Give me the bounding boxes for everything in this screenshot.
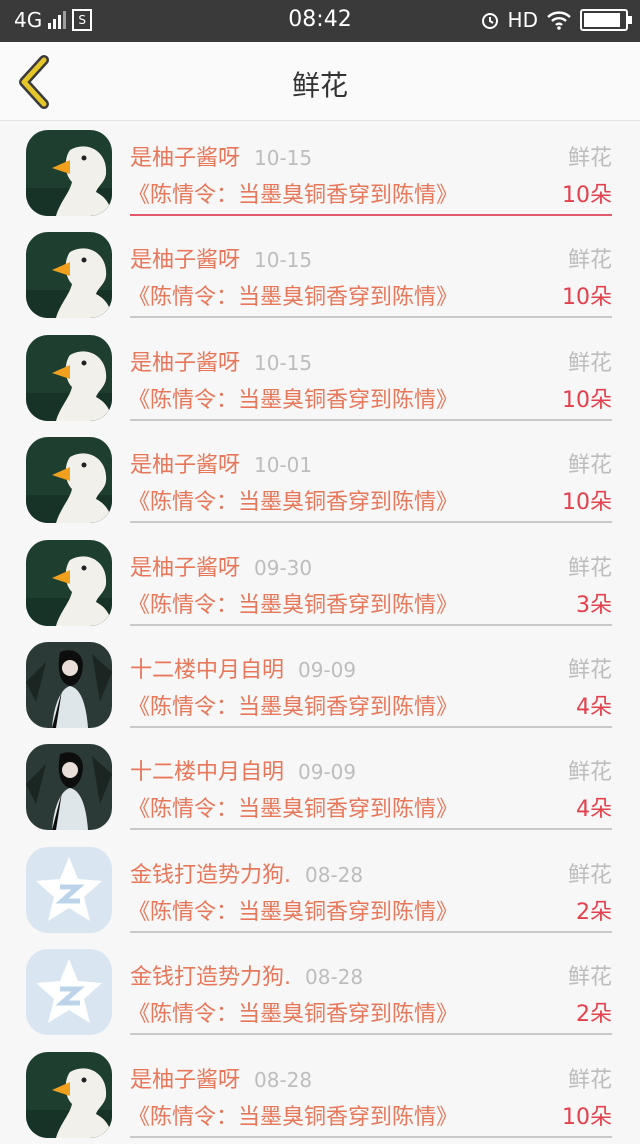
sender-name: 是柚子酱呀 10-15	[130, 350, 313, 376]
book-title[interactable]: 《陈情令：当墨臭铜香穿到陈情》	[128, 279, 458, 311]
battery-icon	[580, 9, 632, 31]
gift-date: 09-09	[298, 760, 357, 785]
gift-type: 鲜花	[567, 350, 612, 376]
divider	[130, 521, 612, 524]
flower-quantity: 10朵	[562, 1104, 612, 1130]
gift-date: 10-15	[254, 350, 313, 375]
gift-date: 08-28	[305, 862, 364, 887]
avatar[interactable]	[26, 130, 112, 216]
sender-name: 是柚子酱呀 10-15	[130, 146, 313, 171]
list-item[interactable]: 金钱打造势力狗. 08-28 鲜花《陈情令：当墨臭铜香穿到陈情》 2朵	[0, 939, 640, 1041]
divider	[130, 725, 612, 728]
list-item[interactable]: 十二楼中月自明 09-09 鲜花《陈情令：当墨臭铜香穿到陈情》 4朵	[0, 734, 640, 836]
wifi-icon	[547, 11, 571, 30]
sender-name: 是柚子酱呀 10-15	[130, 248, 313, 274]
gift-date: 09-30	[254, 555, 313, 580]
gift-date: 08-28	[254, 1067, 313, 1092]
divider	[130, 418, 612, 421]
sender-name: 金钱打造势力狗. 08-28	[130, 965, 364, 991]
book-title[interactable]: 《陈情令：当墨臭铜香穿到陈情》	[128, 484, 458, 516]
flower-quantity: 2朵	[576, 1002, 612, 1028]
divider	[130, 1033, 612, 1036]
avatar[interactable]	[26, 949, 112, 1036]
book-title[interactable]: 《陈情令：当墨臭铜香穿到陈情》	[128, 177, 458, 209]
avatar[interactable]	[26, 232, 112, 319]
divider	[130, 623, 612, 626]
list-item[interactable]: 是柚子酱呀 09-30 鲜花《陈情令：当墨臭铜香穿到陈情》 3朵	[0, 530, 640, 632]
gift-type: 鲜花	[567, 1067, 612, 1093]
navigation-bar: 鲜花	[0, 42, 640, 121]
book-title[interactable]: 《陈情令：当墨臭铜香穿到陈情》	[128, 587, 458, 619]
avatar[interactable]	[26, 334, 112, 421]
sender-name: 是柚子酱呀 08-28	[130, 1067, 313, 1093]
divider	[130, 828, 612, 831]
flower-quantity: 3朵	[576, 592, 612, 618]
list-item[interactable]: 金钱打造势力狗. 08-28 鲜花《陈情令：当墨臭铜香穿到陈情》 2朵	[0, 837, 640, 939]
gift-type: 鲜花	[567, 965, 612, 991]
divider	[130, 316, 612, 319]
gift-type: 鲜花	[567, 862, 612, 888]
avatar[interactable]	[26, 1051, 112, 1138]
sender-name: 是柚子酱呀 10-01	[130, 453, 313, 479]
avatar[interactable]	[26, 539, 112, 626]
gift-date: 08-28	[305, 965, 364, 990]
divider	[130, 214, 612, 216]
avatar[interactable]	[26, 641, 112, 728]
avatar[interactable]	[26, 744, 112, 831]
gift-date: 10-01	[254, 453, 313, 478]
gift-type: 鲜花	[567, 146, 612, 171]
list-item[interactable]: 十二楼中月自明 09-09 鲜花《陈情令：当墨臭铜香穿到陈情》 4朵	[0, 632, 640, 734]
flower-quantity: 10朵	[562, 490, 612, 516]
page-title: 鲜花	[291, 69, 348, 102]
flower-quantity: 10朵	[562, 285, 612, 311]
book-title[interactable]: 《陈情令：当墨臭铜香穿到陈情》	[128, 996, 458, 1028]
sender-name: 是柚子酱呀 09-30	[130, 555, 313, 581]
status-bar: 4G S 08:42 HD	[0, 0, 640, 42]
list-item[interactable]: 是柚子酱呀 10-01 鲜花《陈情令：当墨臭铜香穿到陈情》 10朵	[0, 427, 640, 529]
flower-quantity: 2朵	[576, 899, 612, 925]
avatar[interactable]	[26, 846, 112, 933]
avatar[interactable]	[26, 437, 112, 524]
flower-quantity: 4朵	[576, 797, 612, 823]
gift-type: 鲜花	[567, 453, 612, 479]
divider	[130, 1135, 612, 1138]
gift-type: 鲜花	[567, 760, 612, 786]
list-item[interactable]: 是柚子酱呀 10-15 鲜花《陈情令：当墨臭铜香穿到陈情》 10朵	[0, 120, 640, 222]
gift-date: 10-15	[254, 248, 313, 273]
hd-label: HD	[507, 8, 538, 32]
book-title[interactable]: 《陈情令：当墨臭铜香穿到陈情》	[128, 791, 458, 823]
list-item[interactable]: 是柚子酱呀 10-15 鲜花《陈情令：当墨臭铜香穿到陈情》 10朵	[0, 222, 640, 324]
gift-date: 10-15	[254, 146, 313, 170]
status-right: HD	[480, 8, 632, 32]
divider	[130, 930, 612, 933]
list-item[interactable]: 是柚子酱呀 08-28 鲜花《陈情令：当墨臭铜香穿到陈情》 10朵	[0, 1042, 640, 1144]
sender-name: 十二楼中月自明 09-09	[130, 760, 357, 786]
gift-type: 鲜花	[567, 555, 612, 581]
gift-date: 09-09	[298, 657, 357, 682]
alarm-icon	[481, 13, 498, 29]
book-title[interactable]: 《陈情令：当墨臭铜香穿到陈情》	[128, 1099, 458, 1131]
flower-quantity: 4朵	[576, 694, 612, 720]
book-title[interactable]: 《陈情令：当墨臭铜香穿到陈情》	[128, 894, 458, 926]
gift-type: 鲜花	[567, 248, 612, 274]
flower-record-list: 是柚子酱呀 10-15 鲜花 《陈情令：当墨臭铜香穿到陈情》 10朵 是柚子酱呀 10-15…	[0, 120, 640, 1144]
list-item[interactable]: 是柚子酱呀 10-15 鲜花《陈情令：当墨臭铜香穿到陈情》 10朵	[0, 325, 640, 427]
sender-name: 十二楼中月自明 09-09	[130, 657, 357, 683]
book-title[interactable]: 《陈情令：当墨臭铜香穿到陈情》	[128, 382, 458, 414]
gift-type: 鲜花	[567, 657, 612, 683]
sender-name: 金钱打造势力狗. 08-28	[130, 862, 364, 888]
book-title[interactable]: 《陈情令：当墨臭铜香穿到陈情》	[128, 689, 458, 721]
flower-quantity: 10朵	[562, 387, 612, 413]
flower-quantity: 10朵	[562, 183, 612, 208]
